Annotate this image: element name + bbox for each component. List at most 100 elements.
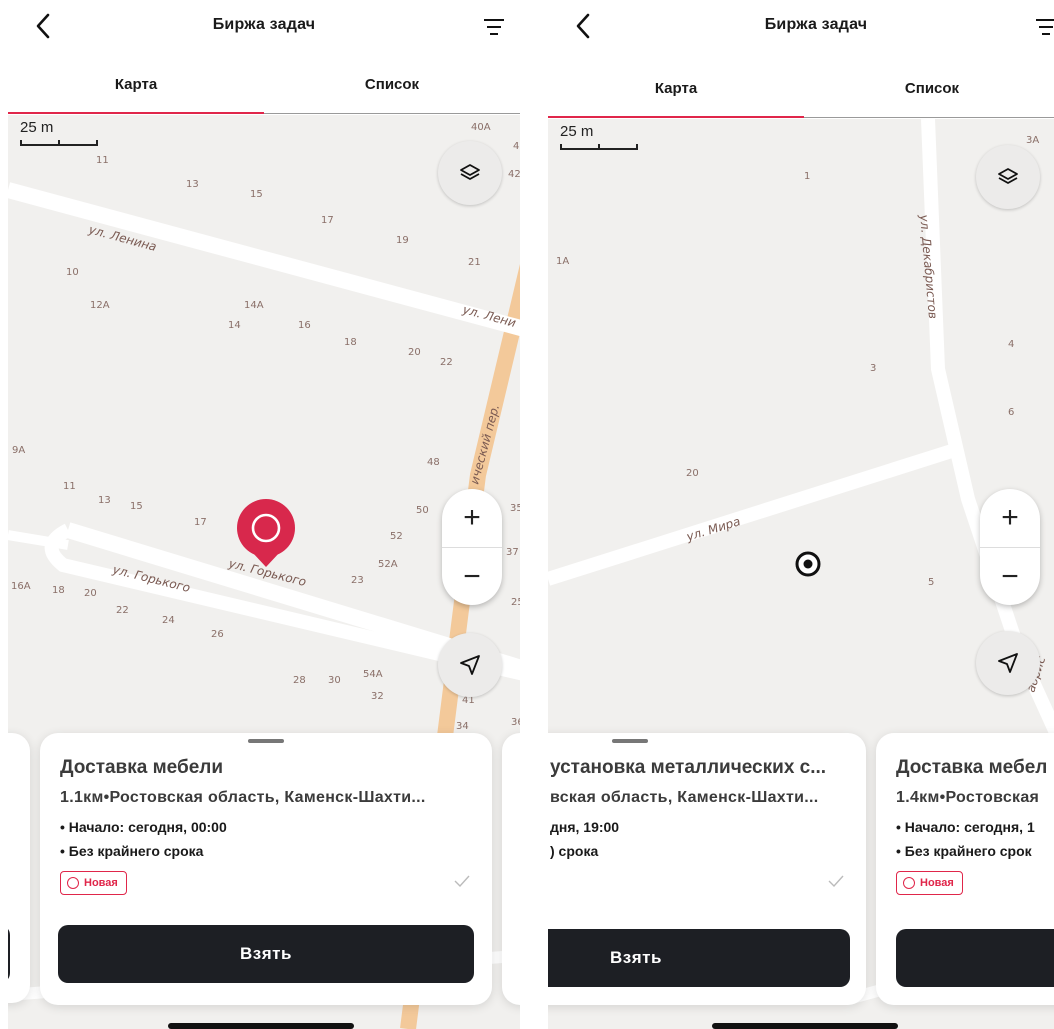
- tab-map[interactable]: Карта: [8, 76, 264, 93]
- map-view[interactable]: ул. Декабристов ул. Мира абрис 3A 1 1A 3…: [548, 119, 1054, 1029]
- zoom-control: + −: [980, 489, 1040, 605]
- house-number: 18: [344, 337, 357, 348]
- card-drag-handle[interactable]: [612, 739, 648, 743]
- house-number: 23: [351, 575, 364, 586]
- page-title: Биржа задач: [764, 16, 868, 33]
- map-scale-label: 25 m: [560, 123, 594, 140]
- navigation-arrow-icon: [998, 653, 1018, 673]
- status-badge: Новая: [60, 871, 127, 895]
- zoom-in-button[interactable]: +: [442, 489, 502, 547]
- task-card-partial[interactable]: [8, 733, 30, 1003]
- house-number: 40A: [471, 122, 491, 133]
- house-number: 40: [513, 141, 520, 152]
- house-number: 22: [116, 605, 129, 616]
- house-number: 16A: [11, 581, 31, 592]
- header: Биржа задач: [8, 0, 520, 56]
- task-title: установка металлических с...: [550, 757, 827, 778]
- house-number: 50: [416, 505, 429, 516]
- house-number: 15: [130, 501, 143, 512]
- left-screen: Биржа задач Карта Список ул. Ленина ул. …: [8, 0, 520, 1029]
- house-number: 26: [211, 629, 224, 640]
- zoom-out-button[interactable]: −: [980, 547, 1040, 605]
- house-number: 14: [228, 320, 241, 331]
- take-button[interactable]: Взять: [548, 929, 850, 987]
- task-start: • Начало: сегодня, 00:00: [60, 819, 227, 835]
- house-number: 52A: [378, 559, 398, 570]
- filter-icon[interactable]: [1034, 16, 1054, 38]
- map-view[interactable]: ул. Ленина ул. Лени ул. Горького ул. Гор…: [8, 115, 520, 1029]
- active-tab-indicator: [8, 112, 264, 114]
- home-indicator: [712, 1023, 898, 1029]
- house-number: 9A: [12, 445, 25, 456]
- house-number: 13: [186, 179, 199, 190]
- house-number: 37: [506, 547, 519, 558]
- task-pin-icon[interactable]: [237, 435, 295, 567]
- house-number: 3A: [1026, 135, 1039, 146]
- house-number: 13: [98, 495, 111, 506]
- house-number: 28: [293, 675, 306, 686]
- card-drag-handle[interactable]: [248, 739, 284, 743]
- layers-button[interactable]: [976, 145, 1040, 209]
- house-number: 25: [511, 597, 520, 608]
- house-number: 17: [321, 215, 334, 226]
- map-scale-label: 25 m: [20, 119, 54, 136]
- house-number: 1A: [556, 256, 569, 267]
- house-number: 18: [52, 585, 65, 596]
- task-deadline: ) срока: [550, 843, 599, 859]
- house-number: 21: [468, 257, 481, 268]
- take-button[interactable]: Взять: [58, 925, 474, 983]
- house-number: 20: [84, 588, 97, 599]
- house-number: 24: [162, 615, 175, 626]
- house-number: 14A: [244, 300, 264, 311]
- check-icon: [454, 875, 470, 887]
- house-number: 36: [511, 717, 520, 728]
- task-card-partial[interactable]: [502, 733, 520, 1005]
- my-location-button[interactable]: [438, 633, 502, 697]
- task-deadline: • Без крайнего срока: [60, 843, 204, 859]
- house-number: 3: [870, 363, 876, 374]
- filter-icon[interactable]: [482, 16, 506, 38]
- house-number: 17: [194, 517, 207, 528]
- house-number: 12A: [90, 300, 110, 311]
- navigation-arrow-icon: [460, 655, 480, 675]
- house-number: 16: [298, 320, 311, 331]
- house-number: 15: [250, 189, 263, 200]
- house-number: 22: [440, 357, 453, 368]
- house-number: 1: [804, 171, 810, 182]
- street-label: ул. Мира: [684, 514, 742, 544]
- view-tabs: Карта Список: [548, 74, 1054, 118]
- view-tabs: Карта Список: [8, 70, 520, 114]
- house-number: 48: [427, 457, 440, 468]
- house-number: 19: [396, 235, 409, 246]
- house-number: 35: [510, 503, 520, 514]
- house-number: 10: [66, 267, 79, 278]
- status-badge: Новая: [896, 871, 963, 895]
- tab-list[interactable]: Список: [804, 80, 1054, 97]
- layers-button[interactable]: [438, 141, 502, 205]
- house-number: 5: [928, 577, 934, 588]
- task-address: вская область, Каменск-Шахти...: [550, 789, 819, 806]
- home-indicator: [168, 1023, 354, 1029]
- check-icon: [828, 875, 844, 887]
- task-title: Доставка мебели: [60, 757, 224, 778]
- task-card[interactable]: Доставка мебел 1.4км•Ростовская • Начало…: [876, 733, 1054, 1005]
- task-card[interactable]: Доставка мебели 1.1км•Ростовская область…: [40, 733, 492, 1005]
- status-label: Новая: [920, 877, 954, 889]
- zoom-in-button[interactable]: +: [980, 489, 1040, 547]
- task-start: дня, 19:00: [550, 819, 620, 835]
- take-button-partial[interactable]: [8, 925, 10, 983]
- house-number: 34: [456, 721, 469, 732]
- zoom-out-button[interactable]: −: [442, 547, 502, 605]
- map-scale-bar: [560, 144, 638, 150]
- task-card[interactable]: установка металлических с... вская облас…: [548, 733, 866, 1005]
- layers-icon: [460, 164, 480, 180]
- take-button-partial[interactable]: [896, 929, 1054, 987]
- my-location-button[interactable]: [976, 631, 1040, 695]
- task-title: Доставка мебел: [896, 757, 1048, 778]
- header: Биржа задач: [548, 0, 1054, 56]
- layers-icon: [998, 168, 1018, 184]
- zoom-control: + −: [442, 489, 502, 605]
- tab-list[interactable]: Список: [264, 76, 520, 93]
- status-label: Новая: [84, 877, 118, 889]
- tab-map[interactable]: Карта: [548, 80, 804, 97]
